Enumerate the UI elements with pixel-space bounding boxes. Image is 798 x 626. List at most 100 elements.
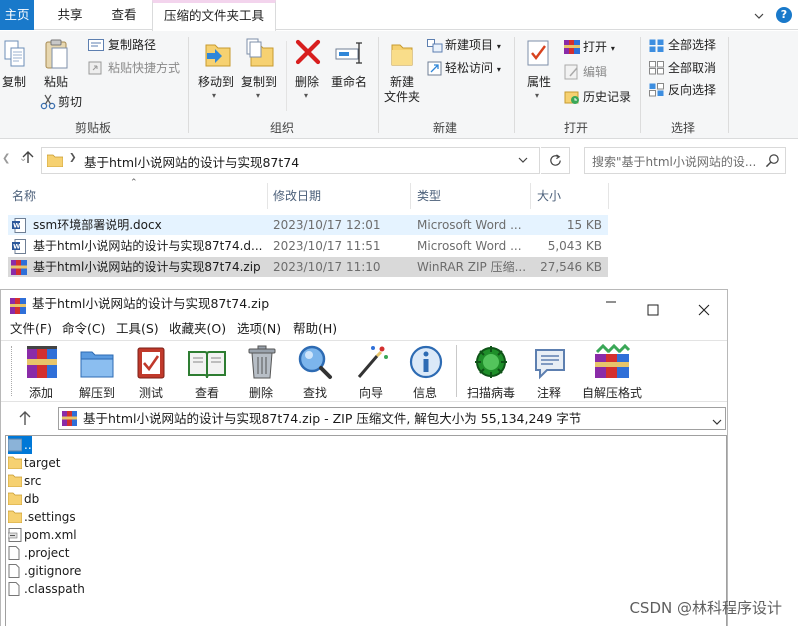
move-to-icon xyxy=(203,39,233,72)
column-header-size[interactable]: 大小 xyxy=(537,183,561,209)
delete-button[interactable]: 删除 xyxy=(292,75,322,90)
search-input[interactable]: 搜索"基于html小说网站的设... xyxy=(592,153,756,170)
address-path[interactable]: 基于html小说网站的设计与实现87t74 xyxy=(84,152,299,171)
toolbar-label: 注释 xyxy=(536,386,561,400)
file-row-selected[interactable]: 基于html小说网站的设计与实现87t74.zip 2023/10/17 11:… xyxy=(8,257,608,277)
sfx-archive-icon xyxy=(593,343,631,383)
folder-icon xyxy=(46,153,64,170)
help-icon[interactable]: ? xyxy=(776,7,792,23)
up-arrow-icon[interactable] xyxy=(20,149,36,165)
list-item-name: .. xyxy=(24,438,32,452)
refresh-button[interactable] xyxy=(541,147,570,174)
search-icon[interactable] xyxy=(765,153,780,171)
search-box[interactable]: 搜索"基于html小说网站的设... xyxy=(584,147,786,174)
menu-commands[interactable]: 命令(C) xyxy=(62,318,105,340)
file-row[interactable]: W ssm环境部署说明.docx 2023/10/17 12:01 Micros… xyxy=(8,215,608,235)
extract-folder-icon xyxy=(79,346,115,383)
tab-compressed-folder-tools[interactable]: 压缩的文件夹工具 xyxy=(152,0,276,31)
column-header-type[interactable]: 类型 xyxy=(417,183,441,209)
file-date: 2023/10/17 11:10 xyxy=(273,260,381,274)
properties-button[interactable]: 属性 xyxy=(522,75,556,90)
winrar-title-bar[interactable]: 基于html小说网站的设计与实现87t74.zip xyxy=(1,290,727,318)
refresh-icon xyxy=(548,153,563,171)
maximize-icon[interactable] xyxy=(647,298,659,316)
new-item-icon xyxy=(427,39,443,56)
toolbar-label: 信息 xyxy=(412,386,437,400)
column-separator[interactable] xyxy=(410,183,411,209)
winrar-file-list[interactable]: .. target src db .settings pom.xml .proj… xyxy=(5,435,727,626)
column-separator[interactable] xyxy=(608,183,609,209)
menu-options[interactable]: 选项(N) xyxy=(237,318,281,340)
menu-file[interactable]: 文件(F) xyxy=(10,318,52,340)
toolbar-label: 向导 xyxy=(358,386,383,400)
minimize-icon[interactable] xyxy=(599,290,623,318)
copy-button[interactable]: 复制 xyxy=(0,75,28,90)
up-one-level-icon[interactable] xyxy=(18,410,32,426)
ribbon-expand-icon[interactable] xyxy=(754,10,764,20)
copy-to-button[interactable]: 复制到 xyxy=(237,75,281,90)
properties-dropdown-icon[interactable]: ▾ xyxy=(535,91,539,100)
close-icon[interactable] xyxy=(698,298,710,316)
cut-button[interactable]: 剪切 xyxy=(58,93,82,111)
comment-icon xyxy=(533,346,567,383)
xml-file-icon xyxy=(7,528,22,547)
select-all-button[interactable]: 全部选择 xyxy=(668,36,716,54)
toolbar-label: 查看 xyxy=(194,386,219,400)
address-dropdown-icon[interactable] xyxy=(517,154,529,166)
list-item-name: db xyxy=(24,492,40,506)
file-row[interactable]: W 基于html小说网站的设计与实现87t74.d... 2023/10/17 … xyxy=(8,236,608,256)
move-to-dropdown-icon[interactable]: ▾ xyxy=(212,91,216,100)
menu-help[interactable]: 帮助(H) xyxy=(293,318,337,340)
menu-tools[interactable]: 工具(S) xyxy=(116,318,159,340)
list-item-parent[interactable]: .. xyxy=(7,436,32,454)
file-type: Microsoft Word ... xyxy=(417,239,522,253)
copy-path-button[interactable]: 复制路径 xyxy=(108,36,156,54)
paste-shortcut-button[interactable]: 粘贴快捷方式 xyxy=(108,59,180,77)
view-book-icon xyxy=(187,348,227,383)
address-box[interactable]: ❯ 基于html小说网站的设计与实现87t74 xyxy=(41,147,540,174)
easy-access-icon xyxy=(427,61,443,80)
invert-selection-button[interactable]: 反向选择 xyxy=(668,81,716,99)
group-label-new: 新建 xyxy=(432,121,457,135)
rename-button[interactable]: 重命名 xyxy=(328,75,370,90)
rename-icon xyxy=(335,41,365,68)
winrar-menu-bar: 文件(F) 命令(C) 工具(S) 收藏夹(O) 选项(N) 帮助(H) xyxy=(1,318,727,340)
watermark-text: CSDN @林科程序设计 xyxy=(629,599,782,617)
folder-icon xyxy=(7,456,23,474)
column-separator[interactable] xyxy=(267,183,268,209)
paste-icon xyxy=(44,39,70,74)
select-none-icon xyxy=(649,61,665,78)
column-header-name[interactable]: 名称 xyxy=(12,183,36,209)
tab-view[interactable]: 查看 xyxy=(98,0,150,30)
new-item-button[interactable]: 新建项目 ▾ xyxy=(445,36,501,54)
new-folder-button[interactable]: 新建 文件夹 xyxy=(381,75,423,105)
column-separator[interactable] xyxy=(530,183,531,209)
edit-button[interactable]: 编辑 xyxy=(583,63,607,81)
menu-favorites[interactable]: 收藏夹(O) xyxy=(169,318,226,340)
tab-home[interactable]: 主页 xyxy=(0,0,34,30)
delete-dropdown-icon[interactable]: ▾ xyxy=(304,91,308,100)
easy-access-dropdown-icon: ▾ xyxy=(496,65,501,74)
history-button[interactable]: 历史记录 xyxy=(583,88,631,106)
winrar-path-combobox[interactable]: 基于html小说网站的设计与实现87t74.zip - ZIP 压缩文件, 解包… xyxy=(58,407,726,430)
select-none-button[interactable]: 全部取消 xyxy=(668,59,716,77)
easy-access-button[interactable]: 轻松访问 ▾ xyxy=(445,59,501,77)
toolbar-label: 添加 xyxy=(28,386,53,400)
open-button[interactable]: 打开 ▾ xyxy=(583,38,615,56)
copy-to-dropdown-icon[interactable]: ▾ xyxy=(256,91,260,100)
folder-icon xyxy=(7,492,23,510)
winrar-window-title: 基于html小说网站的设计与实现87t74.zip xyxy=(32,296,270,311)
move-to-button[interactable]: 移动到 xyxy=(194,75,238,90)
edit-icon xyxy=(564,64,580,83)
paste-button[interactable]: 粘贴 xyxy=(40,75,72,90)
list-item-name: target xyxy=(24,456,61,470)
magnifier-icon xyxy=(297,344,333,383)
column-header-date[interactable]: 修改日期 xyxy=(273,183,321,209)
open-dropdown-icon: ▾ xyxy=(610,44,615,53)
path-dropdown-icon[interactable] xyxy=(711,413,723,425)
folder-icon xyxy=(7,510,23,528)
back-arrow-icon[interactable]: ❮ xyxy=(2,153,10,164)
file-name: 基于html小说网站的设计与实现87t74.zip xyxy=(33,260,261,274)
desktop: 主页 共享 查看 压缩的文件夹工具 ? 复制 粘贴 复制路径 粘贴快捷方式 剪切… xyxy=(0,0,798,626)
tab-share[interactable]: 共享 xyxy=(44,0,96,30)
